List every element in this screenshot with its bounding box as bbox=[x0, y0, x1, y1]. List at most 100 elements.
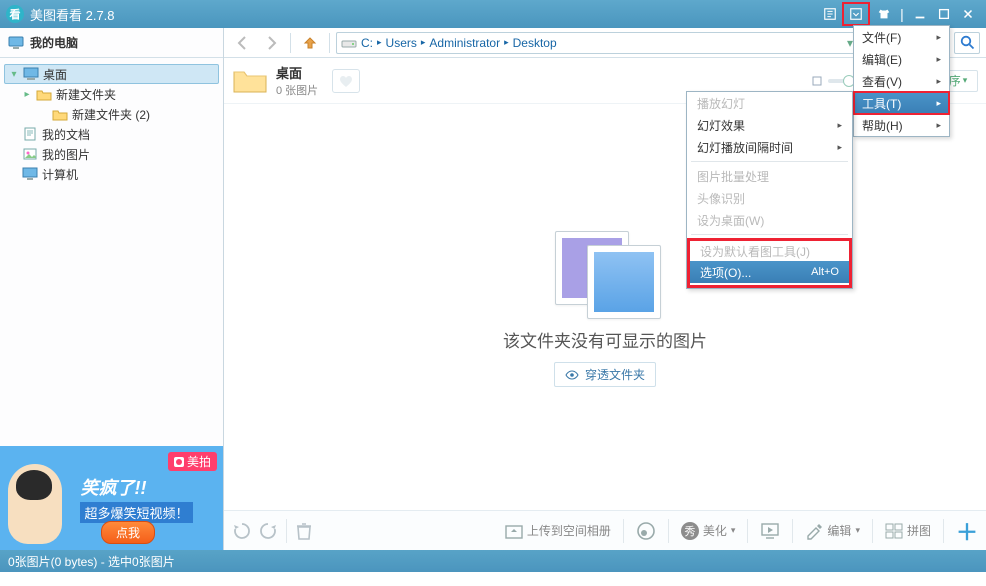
nav-back-button[interactable] bbox=[230, 31, 256, 55]
delete-icon[interactable] bbox=[295, 521, 313, 541]
submenu-slide-interval[interactable]: 幻灯播放间隔时间▸ bbox=[687, 136, 852, 158]
crumb-seg[interactable]: Desktop bbox=[511, 36, 559, 50]
skin-icon[interactable] bbox=[873, 4, 895, 24]
status-bar: 0张图片(0 bytes) - 选中0张图片 bbox=[0, 550, 986, 572]
chevron-right-icon: ▸ bbox=[936, 32, 941, 43]
tree-label: 计算机 bbox=[42, 166, 78, 183]
upload-button[interactable]: 上传到空间相册 bbox=[505, 522, 611, 539]
thumb-small-icon bbox=[812, 76, 822, 86]
chevron-down-icon: ▾ bbox=[855, 525, 860, 536]
sort-label: 序 bbox=[949, 72, 961, 89]
menu-separator bbox=[691, 161, 848, 162]
add-button[interactable]: ＋ bbox=[956, 515, 978, 547]
submenu-face[interactable]: 头像识别 bbox=[687, 187, 852, 209]
edit-button[interactable]: 编辑 ▾ bbox=[805, 522, 860, 540]
title-unknown-icon[interactable] bbox=[819, 4, 841, 24]
status-text: 0张图片(0 bytes) - 选中0张图片 bbox=[8, 553, 175, 570]
drive-icon bbox=[341, 36, 357, 50]
submenu-set-default[interactable]: 设为默认看图工具(J) bbox=[690, 241, 849, 261]
menu-label: 设为默认看图工具(J) bbox=[700, 243, 810, 260]
expand-icon[interactable]: ▸ bbox=[22, 89, 32, 100]
chevron-right-icon: ▸ bbox=[936, 54, 941, 65]
favorite-button[interactable] bbox=[332, 69, 360, 93]
tree-label: 桌面 bbox=[43, 66, 67, 83]
upload-icon bbox=[505, 523, 523, 539]
menu-label: 编辑(E) bbox=[862, 51, 902, 68]
submenu-options-highlight: 设为默认看图工具(J) 选项(O)... Alt+O bbox=[687, 238, 852, 288]
app-icon: 看 bbox=[6, 5, 24, 23]
expand-icon[interactable]: ▾ bbox=[9, 69, 19, 80]
ad-badge: 美拍 bbox=[168, 452, 217, 471]
sidebar: 我的电脑 ▾ 桌面 ▸ 新建文件夹 新建文件夹 (2) 我的文档 bbox=[0, 28, 224, 550]
chevron-right-icon: ▸ bbox=[837, 142, 842, 153]
beautify-button[interactable]: 秀 美化 ▾ bbox=[681, 522, 736, 540]
toolbar-divider bbox=[329, 33, 330, 53]
tree-item-newfolder[interactable]: ▸ 新建文件夹 bbox=[4, 84, 219, 104]
tree-item-pictures[interactable]: 我的图片 bbox=[4, 144, 219, 164]
folder-name: 桌面 bbox=[276, 63, 318, 82]
puzzle-label: 拼图 bbox=[907, 522, 931, 539]
tree-item-newfolder2[interactable]: 新建文件夹 (2) bbox=[4, 104, 219, 124]
puzzle-button[interactable]: 拼图 bbox=[885, 522, 931, 539]
menu-label: 工具(T) bbox=[862, 95, 901, 112]
crumb-seg[interactable]: Users bbox=[384, 36, 419, 50]
breadcrumb[interactable]: C: ▸ Users ▸ Administrator ▸ Desktop ▾ bbox=[336, 32, 858, 54]
tools-submenu: 播放幻灯 幻灯效果▸ 幻灯播放间隔时间▸ 图片批量处理 头像识别 设为桌面(W)… bbox=[686, 91, 853, 289]
submenu-batch[interactable]: 图片批量处理 bbox=[687, 165, 852, 187]
rotate-left-icon[interactable] bbox=[232, 521, 252, 541]
folder-tree: ▾ 桌面 ▸ 新建文件夹 新建文件夹 (2) 我的文档 bbox=[0, 58, 223, 446]
crumb-seg[interactable]: Administrator bbox=[427, 36, 502, 50]
ad-line2: 超多爆笑短视频！ bbox=[80, 502, 192, 523]
documents-icon bbox=[22, 127, 38, 141]
submenu-slideshow[interactable]: 播放幻灯 bbox=[687, 92, 852, 114]
toolbar-divider bbox=[872, 519, 873, 543]
main-menu: 文件(F)▸ 编辑(E)▸ 查看(V)▸ 工具(T)▸ 帮助(H)▸ bbox=[853, 25, 950, 137]
menu-tools[interactable]: 工具(T)▸ bbox=[854, 92, 949, 114]
weibo-icon[interactable] bbox=[636, 521, 656, 541]
tree-item-computer[interactable]: 计算机 bbox=[4, 164, 219, 184]
submenu-slide-effects[interactable]: 幻灯效果▸ bbox=[687, 114, 852, 136]
chevron-right-icon: ▸ bbox=[837, 120, 842, 131]
toolbar-divider bbox=[668, 519, 669, 543]
rotate-right-icon[interactable] bbox=[258, 521, 278, 541]
slideshow-icon[interactable] bbox=[760, 523, 780, 539]
toolbar-divider bbox=[792, 519, 793, 543]
sidebar-header: 我的电脑 bbox=[0, 28, 223, 58]
search-button[interactable] bbox=[954, 32, 980, 54]
menu-help[interactable]: 帮助(H)▸ bbox=[854, 114, 949, 136]
close-button[interactable] bbox=[957, 4, 979, 24]
nav-up-button[interactable] bbox=[297, 31, 323, 55]
chevron-down-icon: ▾ bbox=[731, 525, 736, 536]
tree-item-documents[interactable]: 我的文档 bbox=[4, 124, 219, 144]
menu-label: 播放幻灯 bbox=[697, 95, 745, 112]
minimize-button[interactable] bbox=[909, 4, 931, 24]
pictures-icon bbox=[22, 147, 38, 161]
ad-button[interactable]: 点我 bbox=[101, 521, 155, 544]
menu-label: 设为桌面(W) bbox=[697, 212, 764, 229]
toolbar-divider bbox=[290, 33, 291, 53]
menu-edit[interactable]: 编辑(E) ▸ bbox=[854, 48, 949, 70]
desktop-icon bbox=[23, 67, 39, 81]
nav-forward-button[interactable] bbox=[258, 31, 284, 55]
menu-label: 头像识别 bbox=[697, 190, 745, 207]
menu-label: 图片批量处理 bbox=[697, 168, 769, 185]
title-divider: | bbox=[897, 4, 907, 24]
toolbar-divider bbox=[943, 519, 944, 543]
maximize-button[interactable] bbox=[933, 4, 955, 24]
submenu-options[interactable]: 选项(O)... Alt+O bbox=[690, 261, 849, 283]
folder-icon bbox=[52, 108, 68, 121]
tree-label: 我的文档 bbox=[42, 126, 90, 143]
tree-label: 我的图片 bbox=[42, 146, 90, 163]
submenu-wallpaper[interactable]: 设为桌面(W) bbox=[687, 209, 852, 231]
sidebar-header-label: 我的电脑 bbox=[30, 34, 78, 51]
see-through-label: 穿透文件夹 bbox=[585, 366, 645, 383]
main-menu-button[interactable] bbox=[845, 4, 867, 24]
menu-view[interactable]: 查看(V)▸ bbox=[854, 70, 949, 92]
menu-file[interactable]: 文件(F)▸ bbox=[854, 26, 949, 48]
see-through-button[interactable]: 穿透文件夹 bbox=[554, 362, 656, 387]
ad-banner[interactable]: 美拍 笑疯了!! 超多爆笑短视频！ 点我 bbox=[0, 446, 223, 550]
crumb-drive[interactable]: C: bbox=[359, 36, 375, 50]
folder-large-icon bbox=[232, 66, 268, 96]
chevron-right-icon: ▸ bbox=[936, 76, 941, 87]
tree-item-desktop[interactable]: ▾ 桌面 bbox=[4, 64, 219, 84]
